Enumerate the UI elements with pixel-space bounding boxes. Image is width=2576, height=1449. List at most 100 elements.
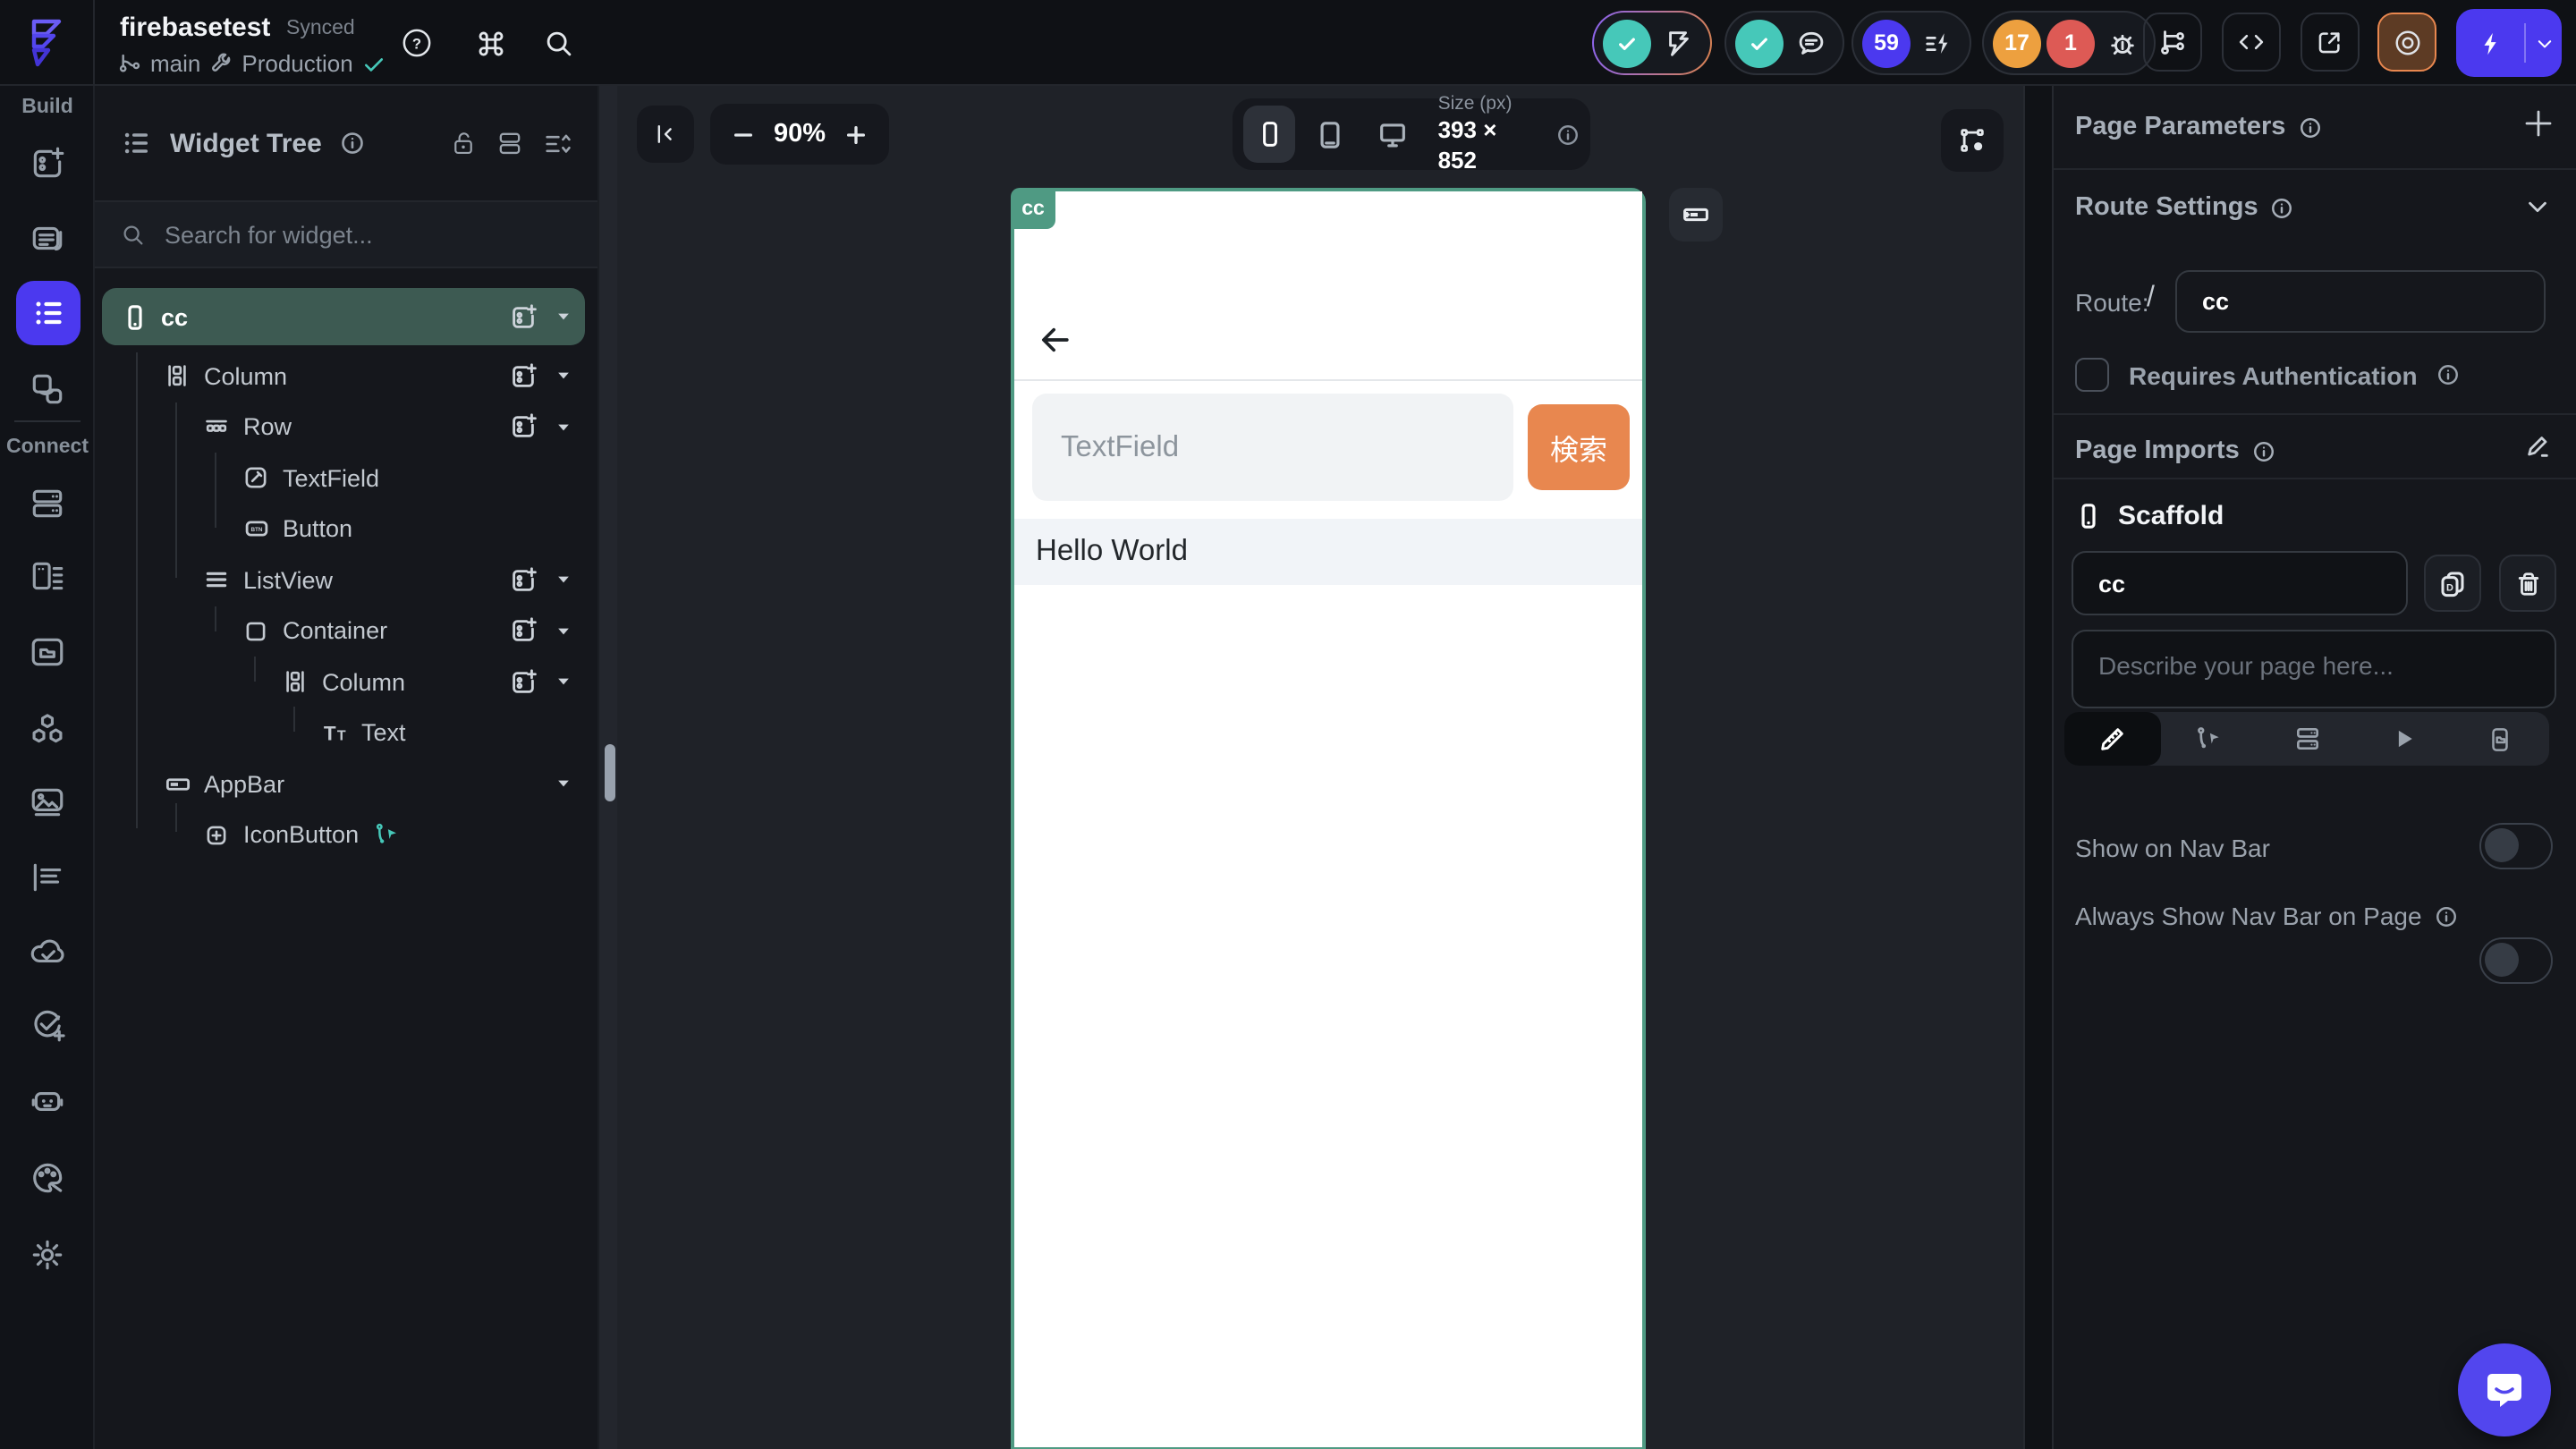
add-widget-button[interactable] [506,411,538,444]
info-icon[interactable] [2271,196,2294,219]
appbar-select-chip[interactable] [1669,188,1723,242]
info-icon[interactable] [2252,439,2275,462]
project-issues-pill[interactable]: 59 [1852,11,1971,75]
collapse-caret[interactable] [553,417,574,438]
sidebar-item-settings[interactable] [15,1222,80,1286]
delete-page-button[interactable] [2499,555,2556,612]
copy-page-button[interactable]: D [2424,555,2481,612]
add-widget-button[interactable] [506,615,538,648]
sidebar-item-widget-tree[interactable] [15,281,80,345]
add-widget-button[interactable] [506,564,538,597]
sidebar-item-cloud-functions[interactable] [15,919,80,984]
tree-row-column-2[interactable]: Column [102,657,585,708]
tree-row-column[interactable]: Column [102,351,585,402]
collapse-caret[interactable] [553,774,574,795]
collapse-caret[interactable] [553,306,574,327]
tree-row-textfield[interactable]: TextField [102,453,585,504]
app-logo[interactable] [0,0,95,86]
environment-name[interactable]: Production [242,50,352,77]
design-canvas[interactable]: 90% Size (px) 393 × 852 cc TextField 検索 … [617,86,2023,1449]
requires-auth-checkbox[interactable] [2075,358,2109,392]
route-input[interactable] [2175,270,2546,333]
add-widget-button[interactable] [506,301,538,333]
sidebar-item-tests[interactable] [15,993,80,1057]
open-app-button[interactable] [2301,13,2360,72]
collapse-caret[interactable] [553,672,574,693]
run-button[interactable] [2456,9,2562,77]
sidebar-item-theme[interactable] [15,1145,80,1209]
size-info-icon[interactable] [1556,123,1580,146]
preview-textfield[interactable]: TextField [1032,394,1513,501]
project-name[interactable]: firebasetest [120,13,270,43]
command-menu-button[interactable] [460,13,521,73]
back-arrow-icon[interactable] [1036,320,1075,360]
info-icon[interactable] [2435,904,2458,928]
scaffold-name-input[interactable] [2072,551,2408,615]
sidebar-item-database[interactable] [15,470,80,535]
sidebar-item-data-types[interactable] [15,544,80,608]
device-tablet-tab[interactable] [1305,106,1358,163]
action-flow-badge[interactable] [373,822,400,849]
environment-row[interactable]: main Production [118,50,387,77]
sidebar-item-pages[interactable] [15,206,80,270]
always-show-nav-bar-toggle[interactable] [2479,937,2553,984]
tree-scrollbar[interactable] [597,86,617,1449]
lock-icon[interactable] [449,129,478,157]
info-icon[interactable] [340,131,365,156]
preview-button[interactable] [2377,13,2436,72]
errors-pill[interactable]: 17 1 [1982,11,2156,75]
collapse-caret[interactable] [553,366,574,387]
help-button[interactable]: ? [386,13,447,73]
add-widget-button[interactable] [506,360,538,393]
page-description-textarea[interactable] [2072,630,2556,708]
page-tab-label[interactable]: cc [1011,188,1055,229]
tree-scrollbar-thumb[interactable] [604,744,614,801]
tree-row-page-cc[interactable]: cc [102,288,585,345]
tab-animations[interactable] [2355,712,2452,766]
tab-backend-query[interactable] [2258,712,2355,766]
edit-page-imports-button[interactable] [2524,433,2551,460]
tab-actions[interactable] [2161,712,2258,766]
preview-list-item[interactable]: Hello World [1014,519,1642,585]
zoom-out-button[interactable] [732,123,755,146]
search-button[interactable] [528,13,589,73]
panels-icon[interactable] [496,129,524,157]
add-widget-button[interactable] [506,666,538,699]
tree-row-container[interactable]: Container [102,606,585,657]
tree-row-row[interactable]: Row [102,402,585,453]
branch-name[interactable]: main [150,50,200,77]
collapse-panel-button[interactable] [637,106,694,163]
info-icon[interactable] [2298,115,2321,139]
run-options-button[interactable] [2526,33,2562,53]
add-parameter-button[interactable] [2522,107,2555,140]
tree-row-appbar[interactable]: AppBar [102,758,585,809]
sidebar-item-components[interactable] [15,356,80,420]
sidebar-item-ai-agent[interactable] [15,1068,80,1132]
sidebar-item-dashboard[interactable] [15,131,80,195]
comments-pill[interactable] [1724,11,1844,75]
show-nav-bar-toggle[interactable] [2479,823,2553,869]
support-chat-button[interactable] [2458,1343,2551,1436]
widget-search-bar[interactable] [95,200,597,268]
expand-collapse-icon[interactable] [542,128,572,158]
preview-search-button[interactable]: 検索 [1528,404,1630,490]
canvas-settings-button[interactable] [1941,109,2004,172]
tab-design[interactable] [2064,712,2162,766]
sidebar-item-assets[interactable] [15,769,80,834]
collapse-caret[interactable] [553,570,574,591]
tree-row-text[interactable]: TT Text [102,708,585,758]
tree-row-button[interactable]: BTN Button [102,504,585,555]
sidebar-item-custom-functions[interactable] [15,844,80,909]
device-phone-tab[interactable] [1243,106,1296,163]
sidebar-item-media-assets[interactable] [15,619,80,683]
info-icon[interactable] [2437,363,2461,386]
route-settings-collapse-button[interactable] [2524,193,2551,220]
collapse-caret[interactable] [553,621,574,642]
branching-button[interactable] [2143,13,2202,72]
view-code-button[interactable] [2222,13,2281,72]
tab-page-files[interactable] [2453,712,2549,766]
tree-row-listview[interactable]: ListView [102,555,585,606]
deploy-status-pill[interactable] [1592,11,1712,75]
phone-preview[interactable]: cc TextField 検索 Hello World [1011,188,1646,1449]
widget-search-input[interactable] [165,221,522,248]
